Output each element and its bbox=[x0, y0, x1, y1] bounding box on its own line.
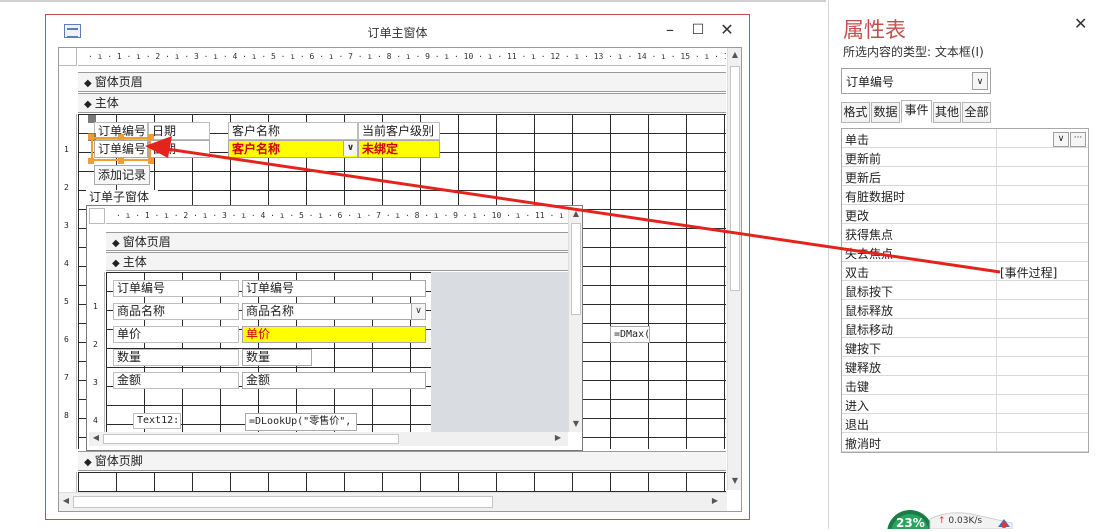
desktop-canvas: 订单主窗体 – ☐ ✕ · ı · 1 · ı · 2 · ı · 3 · ı … bbox=[0, 0, 1099, 532]
annotation-arrow bbox=[145, 136, 1001, 274]
